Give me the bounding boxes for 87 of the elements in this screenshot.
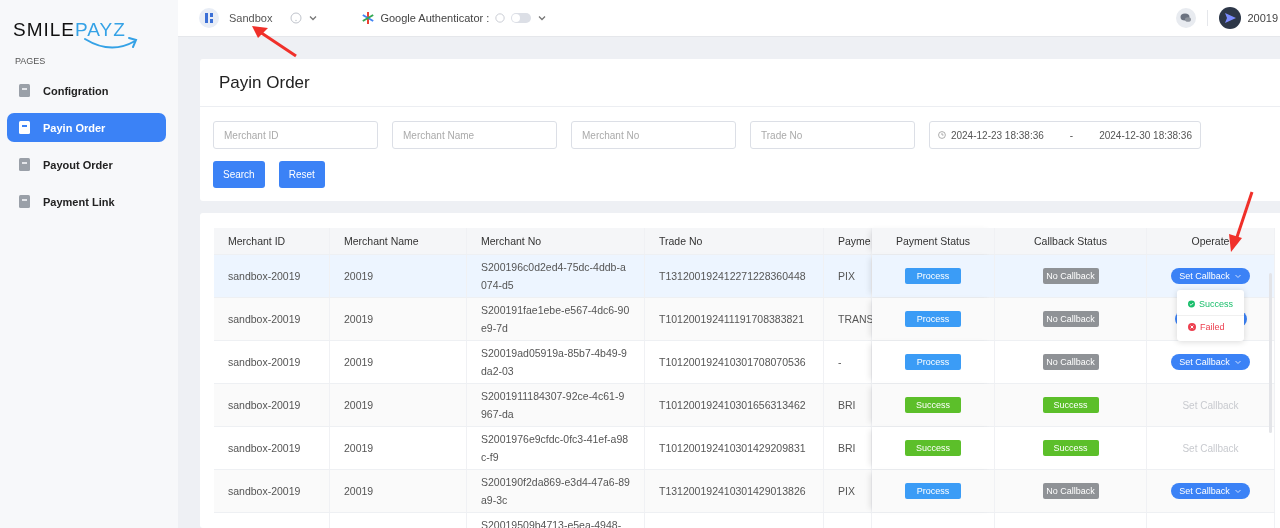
status-badge: No Callback (1042, 268, 1099, 284)
page-title: Payin Order (200, 59, 1280, 107)
filter-field[interactable]: Merchant No (571, 121, 736, 149)
table-cell: PIX (838, 270, 855, 282)
table-cell: T101200192410301656313462 (659, 399, 806, 411)
status-badge: Process (905, 354, 961, 370)
chevron-down-icon (1233, 358, 1242, 366)
nav-item[interactable]: Payin Order (7, 113, 166, 142)
chevron-down-icon[interactable] (537, 13, 548, 23)
table-cell: T131200192412271228360448 (659, 270, 806, 282)
table-cell: 20019 (344, 442, 374, 454)
filter-field[interactable]: Merchant Name (392, 121, 557, 149)
status-badge: No Callback (1042, 311, 1099, 327)
chevron-down-icon[interactable] (308, 13, 319, 23)
table-cell: 20019 (344, 270, 374, 282)
column-header: Merchant No (467, 228, 645, 254)
document-icon (17, 82, 33, 99)
table-cell-text: S200196c0d2ed4-75dc-4ddb-a074-d5 (481, 260, 627, 293)
environment-label[interactable]: Sandbox (229, 12, 273, 24)
table-cell: sandbox-20019 (228, 313, 301, 325)
logo-wordmark: SMILE (13, 19, 76, 40)
table-cell: TRANS (838, 313, 874, 325)
set-callback-button[interactable]: Set Callback (1171, 354, 1250, 370)
nav-item[interactable]: Configration (7, 76, 166, 105)
clock-icon (938, 130, 946, 140)
section-label: PAGES (14, 56, 47, 68)
status-badge: Success (905, 397, 961, 413)
avatar-icon[interactable] (1219, 7, 1242, 29)
filter-field[interactable]: Trade No (750, 121, 915, 149)
nav-item[interactable]: Payout Order (7, 150, 166, 179)
date-range-field[interactable]: 2024-12-23 18:38:36 - 2024-12-30 18:38:36 (929, 121, 1201, 149)
status-badge: Process (905, 268, 961, 284)
set-callback-button[interactable]: Set Callback (1171, 483, 1250, 499)
authenticator-toggle[interactable] (511, 13, 532, 23)
table-cell: T101200192410301429209831 (659, 442, 806, 454)
table-cell: sandbox-20019 (228, 442, 301, 454)
table-cell: 20019 (344, 313, 374, 325)
check-circle-icon (1188, 300, 1195, 308)
filter-field[interactable]: Merchant ID (213, 121, 378, 149)
document-icon (17, 193, 33, 210)
authenticator-label: Google Authenticator : (380, 12, 490, 24)
close-circle-icon (1188, 323, 1196, 331)
set-callback-button[interactable]: Set Callback (1171, 268, 1250, 284)
logo-wordmark-accent: PAYZ (75, 19, 126, 40)
action-button[interactable]: Reset (278, 161, 325, 188)
table-cell: sandbox-20019 (228, 356, 301, 368)
table-cell: 20019 (344, 485, 374, 497)
chevron-down-icon (1233, 487, 1242, 495)
status-badge: Process (905, 483, 961, 499)
column-header: Trade No (645, 228, 824, 254)
table-cell: - (838, 356, 842, 368)
table-cell: T101200192410301708070536 (659, 356, 806, 368)
nav-item[interactable]: Payment Link (7, 187, 166, 216)
table-cell-text: S2001976e9cfdc-0fc3-41ef-a98c-f9 (481, 432, 630, 465)
table-cell-text: S20019ad05919a-85b7-4b49-9da2-03 (481, 346, 628, 379)
action-button[interactable]: Search (213, 161, 265, 188)
document-icon (17, 119, 33, 136)
status-badge: No Callback (1042, 483, 1099, 499)
column-header: Merchant ID (214, 228, 330, 254)
table-cell: BRI (838, 399, 856, 411)
table-cell: PIX (838, 485, 855, 497)
document-icon (17, 156, 33, 173)
table-cell-text: S2001911184307-92ce-4c61-9967-da (481, 389, 626, 422)
table-cell: T101200192411191708383821 (659, 313, 804, 325)
table-cell: 20019 (344, 399, 374, 411)
grid-icon[interactable] (199, 8, 219, 28)
column-header: Merchant Name (330, 228, 467, 254)
status-badge: Success (1042, 397, 1099, 413)
column-header: Payment Status (872, 228, 995, 254)
chat-icon[interactable] (1176, 8, 1197, 28)
status-badge: Success (1042, 440, 1099, 456)
table-cell-text: S200191fae1ebe-e567-4dc6-90e9-7d (481, 303, 630, 336)
status-badge: Process (905, 311, 961, 327)
status-badge: No Callback (1042, 354, 1099, 370)
table-cell-text: S200190f2da869-e3d4-47a6-89a9-3c (481, 475, 630, 508)
table-cell: sandbox-20019 (228, 270, 301, 282)
table-cell: BRI (838, 442, 856, 454)
status-badge: Success (905, 440, 961, 456)
annotation-arrow (250, 24, 298, 58)
table-cell: 20019 (344, 356, 374, 368)
menu-item[interactable]: Failed (1177, 316, 1244, 338)
user-name[interactable]: 20019 (1247, 12, 1280, 24)
table-cell: T131200192410301429013826 (659, 485, 806, 497)
table-cell: sandbox-20019 (228, 399, 301, 411)
table-cell: sandbox-20019 (228, 485, 301, 497)
asterisk-icon (362, 12, 375, 24)
chevron-down-icon (1233, 272, 1242, 280)
